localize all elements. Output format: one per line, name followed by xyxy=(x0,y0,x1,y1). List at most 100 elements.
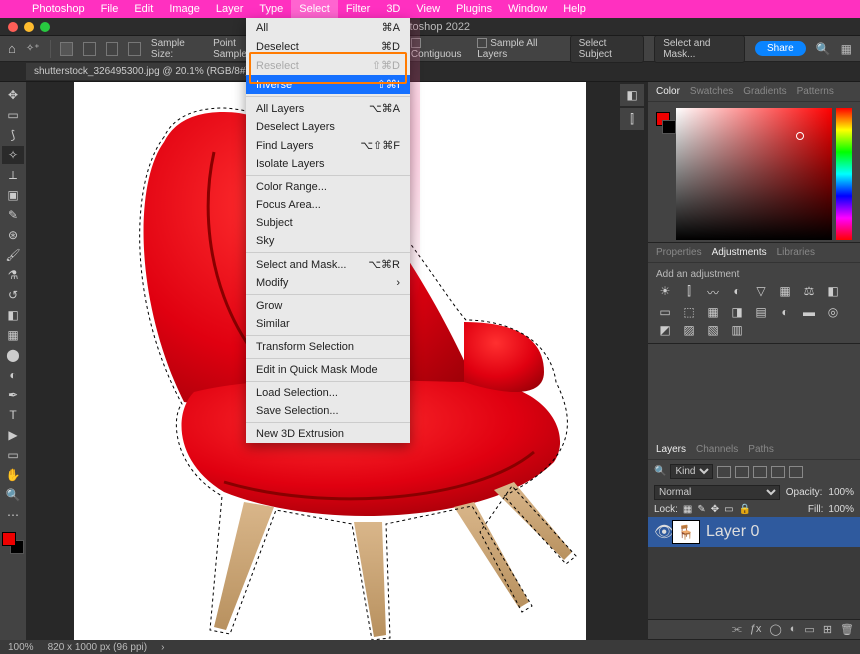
menu-item-grow[interactable]: Grow xyxy=(246,297,410,315)
layer-name[interactable]: Layer 0 xyxy=(706,523,759,541)
zoom-tool[interactable]: 🔍 xyxy=(2,486,24,504)
filter-shape-icon[interactable] xyxy=(771,466,785,478)
blur-tool[interactable]: ⬤ xyxy=(2,346,24,364)
history-brush-tool[interactable]: ↺ xyxy=(2,286,24,304)
menu-view[interactable]: View xyxy=(408,0,448,18)
link-layers-icon[interactable]: ⫘ xyxy=(732,623,742,636)
gradient-tool[interactable]: ▦ xyxy=(2,326,24,344)
workspace-icon[interactable]: ▦ xyxy=(841,42,852,56)
tab-color[interactable]: Color xyxy=(656,86,680,97)
brightness-icon[interactable]: ☀ xyxy=(656,284,674,301)
tab-gradients[interactable]: Gradients xyxy=(743,86,786,97)
layers-list[interactable]: 👁 🪑 Layer 0 xyxy=(648,517,860,619)
window-controls[interactable] xyxy=(8,22,50,32)
status-arrow-icon[interactable]: › xyxy=(161,642,164,653)
sample-all-checkbox[interactable]: Sample All Layers xyxy=(477,38,559,60)
menu-item-color-range-[interactable]: Color Range... xyxy=(246,178,410,196)
crop-tool[interactable]: ⟂ xyxy=(2,166,24,184)
tab-paths[interactable]: Paths xyxy=(748,444,774,455)
magic-wand-icon[interactable]: ✧⁺ xyxy=(26,43,40,54)
group-icon[interactable]: ▭ xyxy=(804,623,814,636)
menu-item-load-selection-[interactable]: Load Selection... xyxy=(246,384,410,402)
close-icon[interactable] xyxy=(8,22,18,32)
tab-patterns[interactable]: Patterns xyxy=(797,86,834,97)
menu-plugins[interactable]: Plugins xyxy=(448,0,500,18)
brush-tool[interactable]: 🖌 xyxy=(2,246,24,264)
menu-file[interactable]: File xyxy=(93,0,127,18)
tab-channels[interactable]: Channels xyxy=(696,444,738,455)
menu-item-focus-area-[interactable]: Focus Area... xyxy=(246,196,410,214)
tab-properties[interactable]: Properties xyxy=(656,247,702,258)
lock-paint-icon[interactable]: ✎ xyxy=(697,504,705,515)
lock-trans-icon[interactable]: ▦ xyxy=(683,504,692,515)
menu-help[interactable]: Help xyxy=(555,0,594,18)
menu-item-deselect-layers[interactable]: Deselect Layers xyxy=(246,118,410,136)
mask-icon[interactable]: ◯ xyxy=(769,623,781,636)
marquee-tool[interactable]: ▭ xyxy=(2,106,24,124)
channel-mixer-icon[interactable]: ⬚ xyxy=(680,305,698,319)
filter-adj-icon[interactable] xyxy=(735,466,749,478)
menu-window[interactable]: Window xyxy=(500,0,555,18)
colorbalance-icon[interactable]: ⚖ xyxy=(800,284,818,301)
filter-pixel-icon[interactable] xyxy=(717,466,731,478)
photo-filter-icon[interactable]: ▭ xyxy=(656,305,674,319)
new-layer-icon[interactable]: ⊞ xyxy=(823,623,832,636)
fill-value[interactable]: 100% xyxy=(828,504,854,515)
menu-layer[interactable]: Layer xyxy=(208,0,252,18)
bw-icon[interactable]: ◧ xyxy=(824,284,842,301)
color-panel-icon[interactable]: ◧ xyxy=(620,84,644,106)
menu-edit[interactable]: Edit xyxy=(126,0,161,18)
select-subject-button[interactable]: Select Subject xyxy=(570,35,645,63)
magic-wand-tool[interactable]: ✧ xyxy=(2,146,24,164)
minimize-icon[interactable] xyxy=(24,22,34,32)
lock-pos-icon[interactable]: ✥ xyxy=(711,504,719,515)
eraser-tool[interactable]: ◧ xyxy=(2,306,24,324)
tab-adjustments[interactable]: Adjustments xyxy=(712,247,767,258)
frame-tool[interactable]: ▣ xyxy=(2,186,24,204)
document-tab-active[interactable]: shutterstock_326495300.jpg @ 20.1% (RGB/… xyxy=(26,63,270,80)
filter-kind-select[interactable]: Kind xyxy=(670,464,713,479)
select-mask-button[interactable]: Select and Mask... xyxy=(654,35,745,63)
exposure-icon[interactable]: ◐ xyxy=(728,284,746,301)
type-tool[interactable]: T xyxy=(2,406,24,424)
healing-tool[interactable]: ⊛ xyxy=(2,226,24,244)
foreground-background-colors[interactable] xyxy=(2,532,24,554)
menu-item-select-and-mask-[interactable]: Select and Mask...⌥⌘R xyxy=(246,255,410,274)
menu-item-find-layers[interactable]: Find Layers⌥⇧⌘F xyxy=(246,136,410,155)
share-button[interactable]: Share xyxy=(755,41,806,56)
path-tool[interactable]: ▶ xyxy=(2,426,24,444)
adj-row3-1[interactable]: ◩ xyxy=(656,323,674,337)
menu-item-modify[interactable]: Modify xyxy=(246,274,410,292)
tab-layers[interactable]: Layers xyxy=(656,444,686,455)
hue-slider[interactable] xyxy=(836,108,852,240)
selective-color-icon[interactable]: ◎ xyxy=(824,305,842,319)
menu-item-new-3d-extrusion[interactable]: New 3D Extrusion xyxy=(246,425,410,443)
filter-smart-icon[interactable] xyxy=(789,466,803,478)
color-fgbg[interactable] xyxy=(656,108,676,236)
hue-icon[interactable]: ▦ xyxy=(776,284,794,301)
menu-item-sky[interactable]: Sky xyxy=(246,232,410,250)
maximize-icon[interactable] xyxy=(40,22,50,32)
fx-icon[interactable]: ƒx xyxy=(750,623,762,636)
tab-libraries[interactable]: Libraries xyxy=(777,247,815,258)
selection-subtract-icon[interactable] xyxy=(106,42,119,56)
levels-icon[interactable]: ⫿ xyxy=(680,284,698,301)
menu-photoshop[interactable]: Photoshop xyxy=(24,0,93,18)
move-tool[interactable]: ✥ xyxy=(2,86,24,104)
home-icon[interactable]: ⌂ xyxy=(8,41,16,56)
adjustment-layer-icon[interactable]: ◐ xyxy=(790,623,797,636)
menu-item-similar[interactable]: Similar xyxy=(246,315,410,333)
invert-icon[interactable]: ◨ xyxy=(728,305,746,319)
color-field[interactable] xyxy=(676,108,832,240)
filter-type-icon[interactable] xyxy=(753,466,767,478)
adj-row3-2[interactable]: ▨ xyxy=(680,323,698,337)
opacity-value[interactable]: 100% xyxy=(828,487,854,498)
histogram-panel-icon[interactable]: ⫿ xyxy=(620,108,644,130)
hand-tool[interactable]: ✋ xyxy=(2,466,24,484)
zoom-value[interactable]: 100% xyxy=(8,642,34,653)
delete-layer-icon[interactable]: 🗑 xyxy=(840,623,854,636)
blend-mode-select[interactable]: Normal xyxy=(654,485,780,500)
menu-item-all[interactable]: All⌘A xyxy=(246,18,410,37)
selection-intersect-icon[interactable] xyxy=(128,42,141,56)
layer-row[interactable]: 👁 🪑 Layer 0 xyxy=(648,517,860,547)
